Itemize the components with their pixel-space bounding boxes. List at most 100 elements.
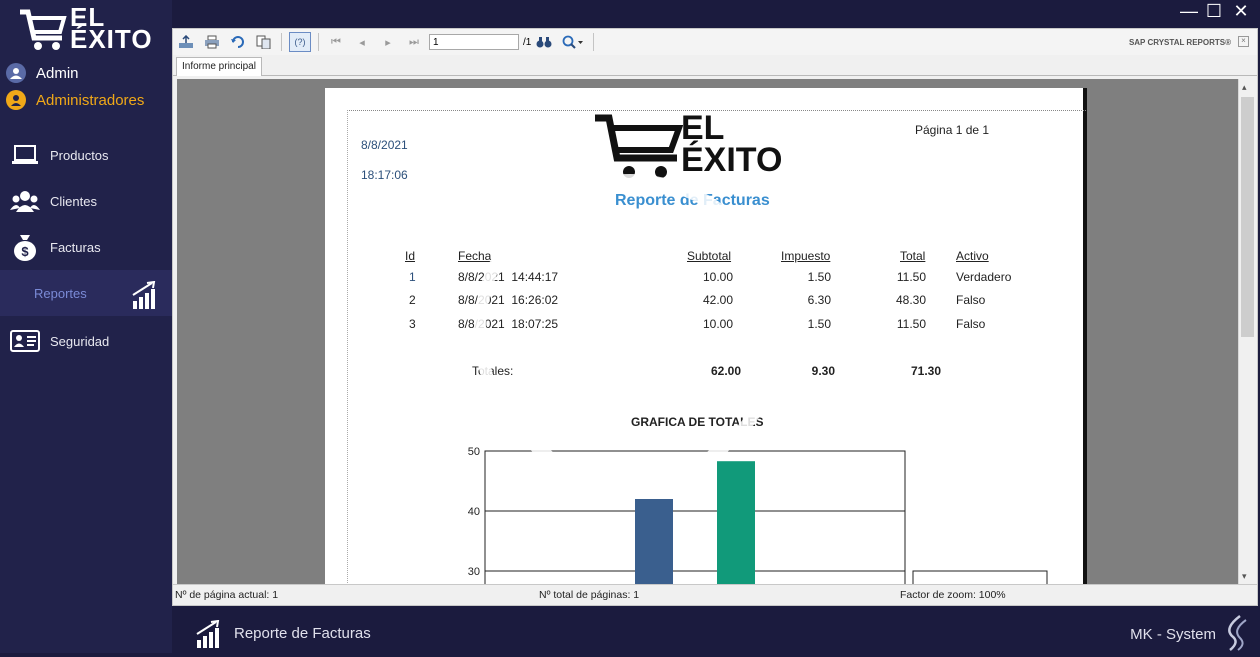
prev-page-icon: ◂ [359, 36, 365, 49]
cell-total: 11.50 [896, 317, 926, 331]
cart-icon [20, 9, 67, 50]
sidebar: EL ÉXITO Admin Administradores Productos… [0, 0, 172, 653]
status-zoom: Factor de zoom: 100% [900, 589, 1006, 601]
export-button[interactable] [176, 33, 196, 51]
scroll-down-icon[interactable]: ▾ [1242, 571, 1247, 582]
next-page-icon: ▸ [385, 36, 391, 49]
binoculars-icon [536, 37, 552, 48]
group-tree-icon: (?) [294, 37, 306, 47]
report-date: 8/8/2021 [361, 138, 408, 152]
prev-page-button[interactable]: ◂ [352, 33, 372, 51]
user-icon [6, 63, 26, 83]
print-button[interactable] [202, 33, 222, 51]
last-page-icon: ⏭ [409, 35, 419, 48]
user-role-row: Administradores [6, 90, 144, 110]
cell-id: 1 [409, 270, 416, 284]
app-logo: EL ÉXITO [18, 4, 158, 56]
sidebar-item-facturas[interactable]: $ Facturas [0, 224, 172, 270]
sidebar-item-reportes[interactable]: Reportes [0, 270, 172, 316]
sidebar-item-label: Seguridad [50, 333, 110, 349]
status-bar: Nº de página actual: 1 Nº total de págin… [173, 584, 1257, 605]
first-page-button[interactable]: ⏮ [326, 33, 346, 51]
chart-bar [635, 499, 673, 584]
toggle-tree-button[interactable]: (?) [289, 32, 311, 52]
first-page-icon: ⏮ [331, 35, 341, 48]
print-icon [205, 35, 219, 49]
id-card-icon [10, 329, 40, 353]
user-name: Admin [36, 64, 79, 82]
find-button[interactable] [534, 33, 554, 51]
laptop-icon [10, 143, 40, 167]
cell-activo: Verdadero [956, 270, 1012, 284]
svg-text:$: $ [21, 244, 29, 259]
cell-total: 48.30 [895, 293, 926, 307]
status-total-pages: Nº total de páginas: 1 [539, 589, 640, 601]
sidebar-item-clientes[interactable]: Clientes [0, 178, 172, 224]
cell-id: 2 [409, 293, 416, 307]
zoom-icon [562, 35, 584, 49]
refresh-icon [231, 36, 244, 48]
chart-tick-label: 40 [468, 506, 480, 518]
maximize-icon: ☐ [1205, 0, 1223, 21]
sidebar-item-label: Productos [50, 147, 109, 163]
money-bag-icon: $ [10, 235, 40, 261]
report-chart-icon [196, 619, 222, 653]
viewer-toolbar: (?) ⏮ ◂ ▸ ⏭ /1 SAP CRYSTAL REPORTS® × [173, 29, 1257, 55]
page-number-input[interactable] [429, 34, 519, 50]
brand-logo-icon [1222, 614, 1252, 657]
sidebar-item-label: Clientes [50, 193, 97, 209]
user-name-row: Admin [6, 63, 79, 83]
last-page-button[interactable]: ⏭ [404, 33, 424, 51]
page-label: Página 1 de 1 [915, 123, 990, 137]
tab-informe-principal[interactable]: Informe principal [176, 57, 262, 76]
cell-id: 3 [409, 317, 416, 331]
crystal-brand: SAP CRYSTAL REPORTS® [1128, 38, 1231, 47]
report-logo-line1: EL [681, 109, 725, 147]
users-icon [10, 189, 40, 213]
copy-button[interactable] [254, 33, 274, 51]
col-header-id: Id [405, 249, 416, 263]
close-button[interactable]: ✕ [1228, 0, 1254, 22]
chart-legend [912, 570, 1048, 584]
status-current-page: Nº de página actual: 1 [175, 589, 279, 601]
logo-line2: ÉXITO [70, 24, 153, 54]
zoom-button[interactable] [560, 33, 586, 51]
chart-icon [132, 280, 158, 312]
cell-impuesto: 1.50 [807, 317, 831, 331]
scroll-thumb[interactable] [1241, 97, 1254, 337]
maximize-button[interactable]: ☐ [1201, 0, 1227, 22]
refresh-button[interactable] [228, 33, 248, 51]
close-tab-icon[interactable]: × [1238, 36, 1249, 47]
chart-tick-label: 30 [468, 566, 480, 578]
cell-impuesto: 1.50 [807, 270, 831, 284]
cell-activo: Falso [956, 317, 986, 331]
page-total: /1 [523, 36, 532, 48]
sidebar-item-label: Facturas [50, 239, 101, 255]
sidebar-item-label: Reportes [34, 285, 87, 301]
sidebar-item-seguridad[interactable]: Seguridad [0, 318, 172, 364]
scroll-up-icon[interactable]: ▴ [1242, 82, 1247, 93]
footer-brand: MK - System [1130, 626, 1216, 643]
export-icon [179, 35, 193, 48]
play-icon[interactable] [470, 170, 790, 490]
minimize-button[interactable]: — [1176, 0, 1202, 22]
col-header-total: Total [900, 249, 926, 263]
copy-icon [256, 35, 271, 49]
footer-title: Reporte de Facturas [234, 625, 371, 642]
tab-bar: Informe principal [173, 55, 1257, 76]
cell-impuesto: 6.30 [807, 293, 831, 307]
vertical-scrollbar[interactable]: ▴ ▾ [1238, 79, 1257, 584]
toolbar-separator [318, 33, 319, 51]
minimize-icon: — [1180, 0, 1198, 21]
role-icon [6, 90, 26, 110]
toolbar-separator [281, 33, 282, 51]
next-page-button[interactable]: ▸ [378, 33, 398, 51]
close-icon: ✕ [1233, 0, 1249, 21]
sidebar-item-productos[interactable]: Productos [0, 132, 172, 178]
cell-total: 11.50 [896, 270, 926, 284]
total-total: 71.30 [910, 364, 941, 378]
toolbar-separator [593, 33, 595, 51]
user-role: Administradores [36, 91, 145, 109]
col-header-activo: Activo [956, 249, 989, 263]
cell-activo: Falso [956, 293, 986, 307]
